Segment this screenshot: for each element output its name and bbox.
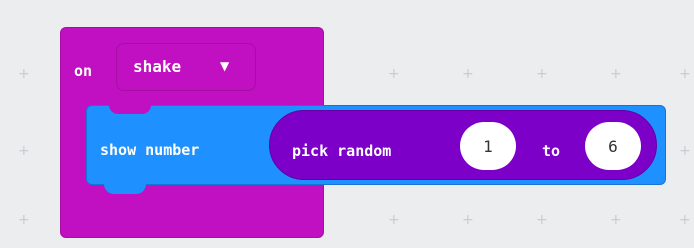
grid-plus-icon: + bbox=[388, 66, 400, 82]
gesture-dropdown[interactable]: shake ▼ bbox=[116, 43, 256, 91]
grid-plus-icon: + bbox=[462, 212, 474, 228]
random-min-input[interactable]: 1 bbox=[460, 122, 516, 170]
grid-plus-icon: + bbox=[536, 66, 548, 82]
statement-connector-notch bbox=[109, 105, 151, 114]
grid-plus-icon: + bbox=[679, 143, 691, 159]
grid-plus-icon: + bbox=[18, 66, 30, 82]
show-number-block[interactable]: show number pick random 1 to 6 bbox=[86, 105, 666, 185]
blocks-workspace[interactable]: + + + + + + + + + + + + + + on shake ▼ s… bbox=[0, 0, 694, 248]
show-number-label: show number bbox=[100, 141, 200, 159]
grid-plus-icon: + bbox=[536, 212, 548, 228]
pick-random-label: pick random bbox=[292, 142, 392, 160]
event-keyword-label: on bbox=[74, 62, 93, 80]
random-max-input[interactable]: 6 bbox=[585, 122, 641, 170]
gesture-dropdown-value: shake bbox=[133, 57, 182, 76]
pick-random-block[interactable]: pick random 1 to 6 bbox=[269, 110, 657, 180]
grid-plus-icon: + bbox=[610, 66, 622, 82]
grid-plus-icon: + bbox=[18, 143, 30, 159]
grid-plus-icon: + bbox=[462, 66, 474, 82]
caret-down-icon: ▼ bbox=[220, 59, 230, 73]
grid-plus-icon: + bbox=[679, 66, 691, 82]
grid-plus-icon: + bbox=[18, 212, 30, 228]
to-label: to bbox=[542, 142, 561, 160]
grid-plus-icon: + bbox=[610, 212, 622, 228]
grid-plus-icon: + bbox=[388, 212, 400, 228]
statement-bottom-notch bbox=[104, 184, 146, 194]
grid-plus-icon: + bbox=[679, 212, 691, 228]
